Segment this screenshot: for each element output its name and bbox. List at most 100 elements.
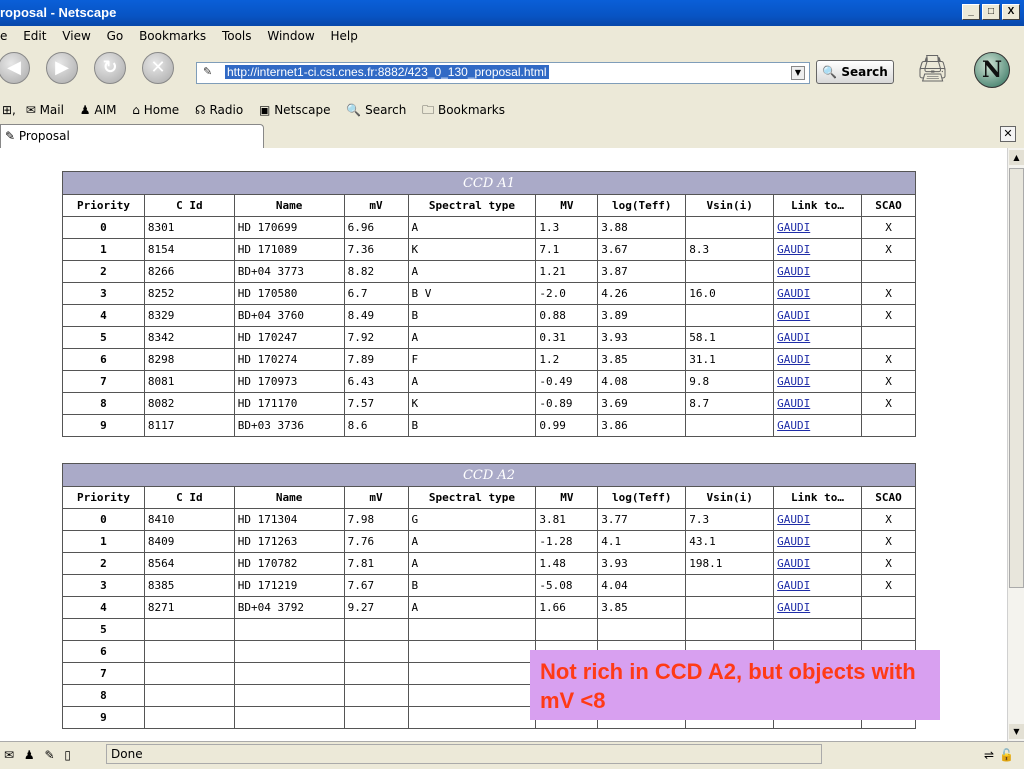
gaudi-link[interactable]: GAUDI [777, 397, 810, 410]
url-text[interactable]: http://internet1-ci.cst.cnes.fr:8882/423… [225, 65, 549, 79]
table-cell [233, 684, 345, 707]
search-link[interactable]: 🔍 Search [346, 103, 412, 117]
scroll-thumb[interactable] [1009, 168, 1024, 588]
gaudi-link[interactable]: GAUDI [777, 375, 810, 388]
menu-bookmarks[interactable]: Bookmarks [139, 29, 206, 43]
gaudi-link[interactable]: GAUDI [777, 221, 810, 234]
menu-view[interactable]: View [62, 29, 90, 43]
table-cell: 7.81 [343, 552, 409, 575]
col-header: mV [343, 194, 409, 217]
aim-label: AIM [94, 103, 117, 117]
gaudi-link[interactable]: GAUDI [777, 419, 810, 432]
reload-icon[interactable]: ↻ [94, 52, 126, 84]
table-cell [233, 662, 345, 685]
page-content: CCD A1 Priority C Id Name mV Spectral ty… [0, 148, 1007, 741]
gaudi-link[interactable]: GAUDI [777, 601, 810, 614]
close-window-button[interactable]: X [1002, 4, 1020, 20]
table-row: 0 8301 HD 170699 6.96 A 1.3 3.88 GAUDI X [62, 216, 916, 239]
navigation-toolbar: ◀ ▶ ↻ ✕ ✎ http://internet1-ci.cst.cnes.f… [0, 46, 1024, 99]
table-cell: 8329 [143, 304, 235, 327]
col-header: mV [343, 486, 409, 509]
mail-link[interactable]: ✉ Mail [26, 103, 70, 117]
table-row: 6 8298 HD 170274 7.89 F 1.2 3.85 31.1 GAUDI X [62, 348, 916, 371]
table-cell: 3.93 [597, 552, 687, 575]
scroll-down-icon[interactable]: ▼ [1009, 724, 1024, 739]
table-cell: F [407, 348, 537, 371]
personal-toolbar: ⊞, ✉ Mail ♟ AIM ⌂ Home ☊ Radio ▣ Netscap… [0, 98, 1024, 123]
table-cell: 8271 [143, 596, 235, 619]
table-cell [143, 684, 235, 707]
col-header: Link to… [773, 486, 862, 509]
gaudi-link[interactable]: GAUDI [777, 353, 810, 366]
table-cell: HD 170580 [233, 282, 345, 305]
gaudi-link[interactable]: GAUDI [777, 535, 810, 548]
back-icon[interactable]: ◀ [0, 52, 30, 84]
menu-go[interactable]: Go [107, 29, 124, 43]
table-cell [343, 662, 409, 685]
status-bar: ✉ ♟ ✎ ▯ Done ⇌ 🔓 [0, 741, 1024, 769]
online-icon[interactable]: ⇌ [984, 744, 994, 766]
table-cell: 8.82 [343, 260, 409, 283]
priority-cell: 7 [62, 662, 145, 685]
menu-help[interactable]: Help [331, 29, 358, 43]
security-icon: 🔓 [999, 748, 1014, 762]
url-bar[interactable]: ✎ http://internet1-ci.cst.cnes.fr:8882/4… [196, 62, 810, 84]
aim-status-icon[interactable]: ♟ [24, 748, 35, 762]
table-cell: GAUDI [773, 348, 862, 371]
radio-link[interactable]: ☊ Radio [195, 103, 249, 117]
priority-cell: 9 [62, 706, 145, 729]
table-cell: HD 170699 [233, 216, 345, 239]
scao-cell: X [861, 370, 916, 393]
gaudi-link[interactable]: GAUDI [777, 309, 810, 322]
print-icon[interactable]: 🖨 [916, 54, 956, 86]
netscape-logo-icon[interactable]: N [974, 52, 1010, 88]
gaudi-link[interactable]: GAUDI [777, 331, 810, 344]
table-cell: K [407, 392, 537, 415]
maximize-button[interactable]: □ [982, 4, 1000, 20]
address-book-icon[interactable]: ▯ [64, 748, 71, 762]
netscape-link[interactable]: ▣ Netscape [259, 103, 336, 117]
table-row: 2 8564 HD 170782 7.81 A 1.48 3.93 198.1 GAUDI X [62, 552, 916, 575]
gaudi-link[interactable]: GAUDI [777, 579, 810, 592]
page-icon: ✎ [203, 65, 213, 78]
gaudi-link[interactable]: GAUDI [777, 243, 810, 256]
table-cell: 6.96 [343, 216, 409, 239]
close-tab-icon[interactable]: ✕ [1000, 126, 1016, 142]
forward-icon[interactable]: ▶ [46, 52, 78, 84]
search-button[interactable]: 🔍 Search [816, 60, 894, 84]
scroll-up-icon[interactable]: ▲ [1009, 150, 1024, 165]
menu-tools[interactable]: Tools [222, 29, 252, 43]
mail-status-icon[interactable]: ✉ [4, 748, 14, 762]
gaudi-link[interactable]: GAUDI [777, 513, 810, 526]
stop-icon[interactable]: ✕ [142, 52, 174, 84]
table-cell: 6.43 [343, 370, 409, 393]
composer-icon[interactable]: ✎ [44, 748, 54, 762]
tab-proposal[interactable]: ✎ Proposal [0, 124, 264, 148]
priority-cell: 6 [62, 348, 145, 371]
gaudi-link[interactable]: GAUDI [777, 557, 810, 570]
table-cell: 43.1 [685, 530, 775, 553]
tab-page-icon: ✎ [5, 129, 19, 143]
gaudi-link[interactable]: GAUDI [777, 265, 810, 278]
bookmarks-link[interactable]: 🗀 Bookmarks [422, 103, 511, 117]
menu-window[interactable]: Window [267, 29, 314, 43]
minimize-button[interactable]: _ [962, 4, 980, 20]
table-cell [143, 706, 235, 729]
menu-edit[interactable]: Edit [23, 29, 46, 43]
table-cell: 8298 [143, 348, 235, 371]
table-cell [773, 618, 862, 641]
home-toolbar-icon[interactable]: ⊞, [2, 103, 16, 117]
gaudi-link[interactable]: GAUDI [777, 287, 810, 300]
table-cell [233, 618, 345, 641]
aim-link[interactable]: ♟ AIM [80, 103, 123, 117]
table-cell: GAUDI [773, 216, 862, 239]
table-cell: 8385 [143, 574, 235, 597]
col-header: log(Teff) [597, 486, 687, 509]
menu-file[interactable]: e [0, 29, 7, 43]
vertical-scrollbar[interactable]: ▲ ▼ [1007, 148, 1024, 741]
home-link[interactable]: ⌂ Home [132, 103, 185, 117]
url-dropdown-icon[interactable]: ▼ [791, 66, 805, 80]
table-row: 8 8082 HD 171170 7.57 K -0.89 3.69 8.7 GAUDI X [62, 392, 916, 415]
table-cell: 7.36 [343, 238, 409, 261]
col-header: Vsin(i) [685, 194, 775, 217]
